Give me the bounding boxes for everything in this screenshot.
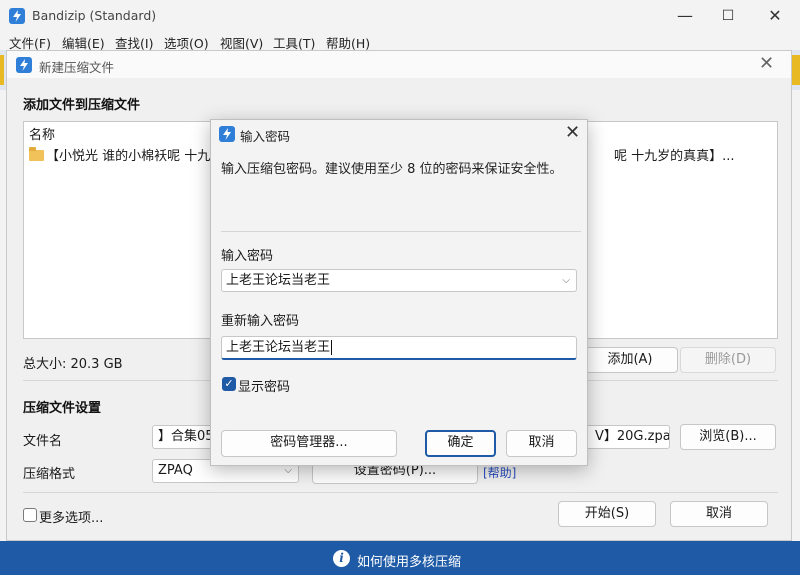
menubar: 文件(F) 编辑(E) 查找(I) 选项(O) 视图(V) 工具(T) 帮助(H…: [0, 31, 800, 51]
close-icon[interactable]: ✕: [565, 122, 580, 143]
password-manager-button[interactable]: 密码管理器...: [221, 430, 397, 457]
notice-strip-left: [0, 55, 4, 85]
password-description: 输入压缩包密码。建议使用至少 8 位的密码来保证安全性。: [221, 162, 563, 177]
info-icon: i: [333, 550, 350, 567]
archive-settings-heading: 压缩文件设置: [23, 401, 102, 416]
cancel-button[interactable]: 取消: [670, 501, 768, 527]
filename-value-start: 】合集05: [158, 429, 214, 444]
password-dialog: 输入密码 ✕ 输入压缩包密码。建议使用至少 8 位的密码来保证安全性。 输入密码…: [210, 119, 588, 466]
show-password-label[interactable]: 显示密码: [238, 376, 290, 395]
column-header-name[interactable]: 名称: [29, 124, 55, 143]
chevron-down-icon[interactable]: ⌵: [562, 270, 570, 291]
password-value: 上老王论坛当老王: [226, 273, 331, 288]
folder-icon: [29, 147, 44, 161]
password-input[interactable]: 上老王论坛当老王 ⌵: [221, 269, 577, 292]
divider: [221, 231, 581, 232]
more-options-label[interactable]: 更多选项...: [39, 507, 103, 526]
format-label: 压缩格式: [23, 467, 76, 482]
list-item-overflow: 呢 十九岁的真真】...: [614, 149, 735, 164]
total-size: 总大小: 20.3 GB: [23, 357, 123, 372]
app-title: Bandizip (Standard): [32, 8, 157, 23]
divider: [23, 492, 778, 493]
minimize-icon[interactable]: —: [662, 0, 708, 31]
filename-value-end: V】20G.zpaq: [595, 429, 670, 444]
help-link[interactable]: [帮助]: [483, 464, 516, 481]
more-options-checkbox[interactable]: [23, 508, 37, 522]
main-titlebar: Bandizip (Standard) — ☐ ✕: [0, 0, 800, 31]
add-button[interactable]: 添加(A): [582, 347, 678, 373]
multicore-help-link[interactable]: 如何使用多核压缩: [357, 551, 461, 570]
reenter-password-value: 上老王论坛当老王: [226, 340, 331, 355]
show-password-checkbox[interactable]: ✓: [222, 377, 236, 391]
maximize-icon[interactable]: ☐: [705, 0, 751, 31]
password-label: 输入密码: [221, 249, 274, 264]
new-archive-titlebar: 新建压缩文件 ✕: [7, 51, 791, 78]
close-icon[interactable]: ✕: [752, 0, 798, 31]
list-item[interactable]: 【小悦光 谁的小棉袄呢 十九岁: [29, 145, 223, 164]
dialog-title: 新建压缩文件: [39, 60, 115, 75]
bandizip-app-icon: [16, 57, 32, 73]
bandizip-app-icon: [219, 126, 235, 142]
start-button[interactable]: 开始(S): [558, 501, 656, 527]
close-icon[interactable]: ✕: [759, 53, 774, 74]
add-files-heading: 添加文件到压缩文件: [23, 98, 141, 113]
ok-button[interactable]: 确定: [425, 430, 496, 457]
format-value: ZPAQ: [158, 463, 193, 478]
browse-button[interactable]: 浏览(B)...: [680, 424, 776, 450]
reenter-password-label: 重新输入密码: [221, 314, 300, 329]
bandizip-app-icon: [9, 8, 25, 24]
filename-label: 文件名: [23, 434, 63, 449]
file-name: 【小悦光 谁的小棉袄呢 十九岁: [46, 149, 224, 164]
reenter-password-input[interactable]: 上老王论坛当老王: [221, 336, 577, 360]
text-cursor: [331, 340, 333, 355]
password-dialog-titlebar: 输入密码 ✕: [211, 120, 587, 147]
cancel-button[interactable]: 取消: [506, 430, 577, 457]
delete-button[interactable]: 删除(D): [680, 347, 776, 373]
notice-strip-right: [792, 55, 800, 85]
dialog-title: 输入密码: [240, 129, 291, 144]
statusbar[interactable]: i 如何使用多核压缩: [0, 541, 800, 575]
